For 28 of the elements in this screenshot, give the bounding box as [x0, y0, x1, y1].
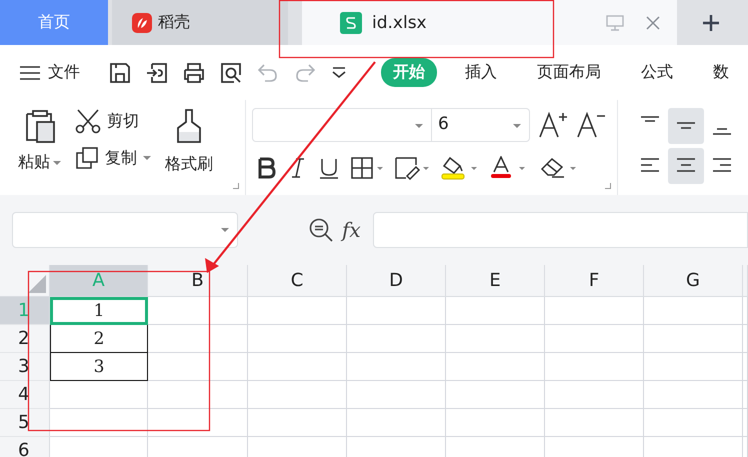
format-painter-button[interactable]: 格式刷	[165, 154, 213, 175]
ribbon-tab[interactable]: 数	[701, 58, 741, 87]
column-header[interactable]: G	[644, 265, 743, 297]
table-cell: 3	[50, 353, 148, 381]
tab-title: id.xlsx	[372, 12, 427, 32]
document-tab[interactable]: id.xlsx	[302, 0, 677, 45]
ribbon-tab[interactable]: 公式	[629, 58, 685, 87]
column-header[interactable]: D	[347, 265, 446, 297]
column-header[interactable]: C	[248, 265, 347, 297]
font-size-field[interactable]: 6	[432, 108, 530, 142]
ribbon-tab[interactable]: 页面布局	[525, 58, 613, 87]
row-header[interactable]: 3	[0, 353, 50, 381]
ribbon-tab[interactable]: 插入	[453, 58, 509, 87]
docer-tab[interactable]: 稻壳	[112, 0, 288, 45]
column-header[interactable]: F	[545, 265, 644, 297]
file-menu-button[interactable]: 文件	[20, 62, 80, 83]
table-cell: 2	[50, 325, 148, 353]
row-header[interactable]: 6	[0, 437, 50, 457]
row-header[interactable]: 5	[0, 409, 50, 437]
column-header[interactable]: B	[148, 265, 248, 297]
row-header[interactable]: 4	[0, 381, 50, 409]
paste-button[interactable]: 粘贴	[18, 152, 61, 173]
table-cell: 1	[50, 297, 148, 325]
column-header[interactable]: E	[446, 265, 545, 297]
cut-button[interactable]: 剪切	[75, 108, 151, 134]
copy-button[interactable]: 复制	[75, 146, 151, 170]
row-header[interactable]: 2	[0, 325, 50, 353]
function-label[interactable]: fx	[342, 218, 361, 242]
